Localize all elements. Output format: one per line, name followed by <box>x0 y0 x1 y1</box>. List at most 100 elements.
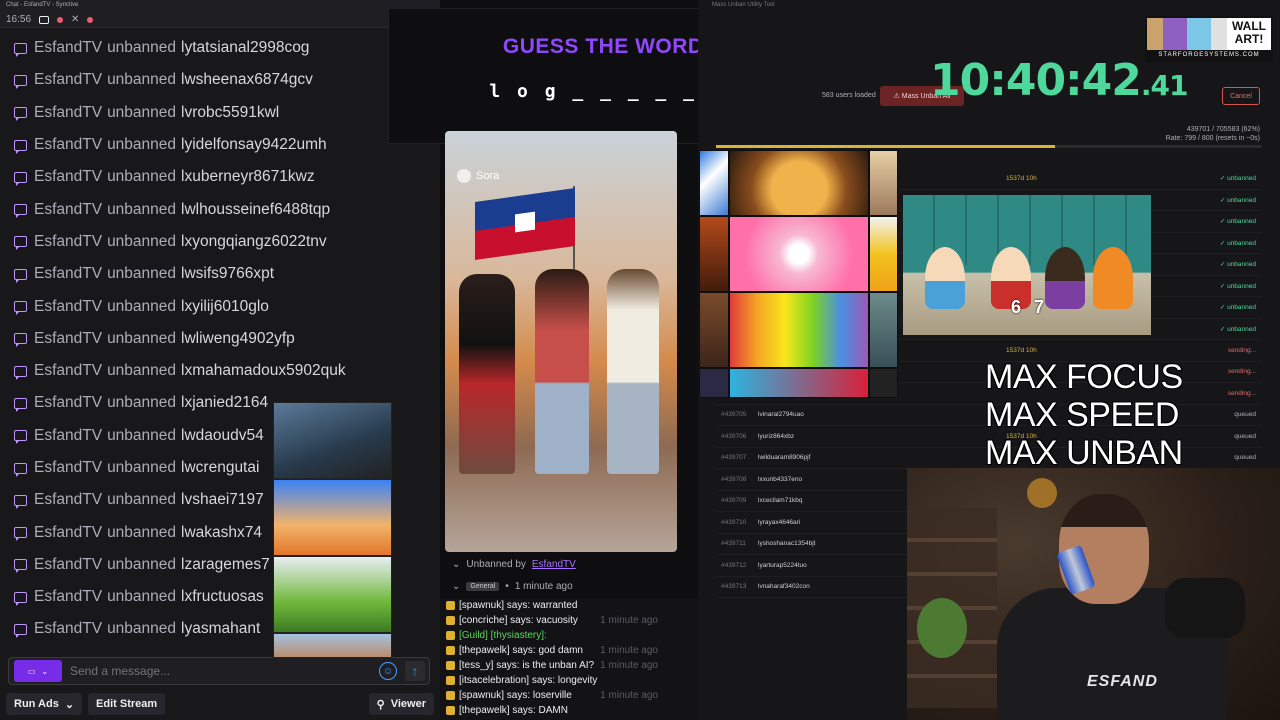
close-icon[interactable]: ✕ <box>71 14 79 25</box>
chat-message: EsfandTV unbanned lxyongqiangz6022tnv <box>0 226 440 258</box>
mod-action-icon <box>14 591 27 606</box>
person-right <box>607 269 659 474</box>
message-author[interactable]: EsfandTV <box>34 104 102 122</box>
message-author[interactable]: EsfandTV <box>34 427 102 445</box>
message-target[interactable]: lwlhousseinef6488tqp <box>181 201 330 219</box>
message-target[interactable]: lvrobc5591kwl <box>181 104 279 122</box>
job-status: sending... <box>1228 368 1262 375</box>
chat-message: EsfandTV unbanned lwlhousseinef6488tqp <box>0 193 440 225</box>
message-target[interactable]: lzaragemes7 <box>181 556 270 574</box>
cancel-button[interactable]: Cancel <box>1222 87 1260 105</box>
send-icon[interactable]: ↑ <box>405 661 425 681</box>
game-thumbnail <box>273 479 392 557</box>
stream-stage: Chat - EsfandTV - Synctive 16:56 ✕ Esfan… <box>0 0 1280 720</box>
message-author[interactable]: EsfandTV <box>34 168 102 186</box>
chevron-down-icon: ⌄ <box>41 666 49 676</box>
mod-action-icon <box>14 74 27 89</box>
message-author[interactable]: EsfandTV <box>34 588 102 606</box>
viewer-button[interactable]: ⚲ Viewer <box>368 693 434 715</box>
check-icon: ✓ <box>1219 325 1228 333</box>
overlay-chat-line: [itsacelebration] says: longevity <box>440 673 704 688</box>
job-status-label: unbanned <box>1227 218 1256 226</box>
mod-actions-button[interactable]: ▭ ⌄ <box>14 660 62 682</box>
message-author[interactable]: EsfandTV <box>34 298 102 316</box>
streamer-webcam: ESFAND <box>907 468 1280 720</box>
message-target[interactable]: lytatsianal2998cog <box>181 39 309 57</box>
unban-user-link[interactable]: EsfandTV <box>532 559 576 570</box>
message-target[interactable]: lxyilij6010glo <box>181 298 269 316</box>
chevron-icon-2: ⌄ <box>452 580 461 592</box>
message-target[interactable]: lxuberneyr8671kwz <box>181 168 315 186</box>
message-target[interactable]: lwsifs9766xpt <box>181 265 274 283</box>
job-id: #439709 <box>721 497 747 505</box>
chat-input[interactable] <box>62 664 379 678</box>
job-status-label: queued <box>1234 454 1256 462</box>
chat-tabbar: 16:56 ✕ <box>0 12 440 28</box>
message-target[interactable]: lxfructuosas <box>181 588 264 606</box>
message-action: unbanned <box>107 136 177 154</box>
message-author[interactable]: EsfandTV <box>34 491 102 509</box>
message-target[interactable]: lwcrengutai <box>181 459 259 477</box>
message-target[interactable]: lwliweng4902yfp <box>181 330 295 348</box>
edit-stream-button[interactable]: Edit Stream <box>88 693 166 715</box>
badge-icon <box>446 691 455 700</box>
mod-action-icon <box>14 527 27 542</box>
message-action: unbanned <box>107 459 177 476</box>
message-author[interactable]: EsfandTV <box>34 136 102 154</box>
overlay-chat: [spawnuk] says: warranted [concriche] say… <box>440 598 704 720</box>
progress-rate: Rate: 799 / 800 (resets in ~0s) <box>1165 135 1260 142</box>
message-target[interactable]: lxmahamadoux5902quk <box>181 362 346 380</box>
message-author[interactable]: EsfandTV <box>34 524 102 542</box>
message-target[interactable]: lwdaoudv54 <box>181 427 264 445</box>
chat-message: EsfandTV unbanned lwliweng4902yfp <box>0 323 440 355</box>
plant <box>917 598 967 658</box>
message-action: unbanned <box>107 329 177 347</box>
sponsor-art <box>1147 18 1227 52</box>
job-status-label: unbanned <box>1227 239 1256 247</box>
run-ads-label: Run Ads <box>14 698 59 710</box>
job-id: #439708 <box>721 475 747 483</box>
webcam-thumbnail <box>273 402 392 480</box>
overlay-chat-text: [itsacelebration] says: longevity <box>459 675 598 686</box>
job-status: ✓ unbanned <box>1220 282 1262 290</box>
message-author[interactable]: EsfandTV <box>34 39 102 57</box>
message-author[interactable]: EsfandTV <box>34 556 102 574</box>
unban-by-label: Unbanned by <box>466 558 526 570</box>
message-author[interactable]: EsfandTV <box>34 330 102 348</box>
channel-tag[interactable]: General <box>466 581 500 591</box>
message-target[interactable]: lxjanied2164 <box>181 394 268 412</box>
progress-fill <box>716 145 1055 148</box>
message-target[interactable]: lyidelfonsay9422umh <box>181 136 327 154</box>
message-author[interactable]: EsfandTV <box>34 362 102 380</box>
message-target[interactable]: lwakashx74 <box>181 524 262 542</box>
badge-icon <box>446 646 455 655</box>
collage-tile <box>729 368 869 398</box>
chat-footer: Run Ads ⌄ Edit Stream ⚲ Viewer <box>0 690 440 718</box>
message-action: unbanned <box>107 71 177 89</box>
progress-text: 439701 / 705583 (62%) Rate: 799 / 800 (r… <box>1138 125 1260 143</box>
message-author[interactable]: EsfandTV <box>34 201 102 219</box>
mod-action-icon <box>14 171 27 186</box>
message-author[interactable]: EsfandTV <box>34 459 102 477</box>
message-action: unbanned <box>107 232 177 250</box>
message-author[interactable]: EsfandTV <box>34 233 102 251</box>
message-target[interactable]: lyasmahant <box>181 620 260 638</box>
message-target[interactable]: lvshaei7197 <box>181 491 264 509</box>
message-target[interactable]: lxyongqiangz6022tnv <box>181 233 327 251</box>
message-author[interactable]: EsfandTV <box>34 620 102 638</box>
overlay-chat-text: [spawnuk] says: warranted <box>459 600 578 611</box>
message-target[interactable]: lwsheenax6874gcv <box>181 71 313 89</box>
clock-label: 16:56 <box>6 14 32 25</box>
job-status-label: unbanned <box>1227 261 1256 269</box>
message-author[interactable]: EsfandTV <box>34 265 102 283</box>
chat-icon[interactable] <box>39 15 50 24</box>
message-author[interactable]: EsfandTV <box>34 71 102 89</box>
message-author[interactable]: EsfandTV <box>34 394 102 412</box>
chat-message: EsfandTV unbanned lxuberneyr8671kwz <box>0 161 440 193</box>
message-action: unbanned <box>107 523 177 541</box>
chat-message: EsfandTV unbanned lvrobc5591kwl <box>0 97 440 129</box>
emote-icon[interactable]: ☺ <box>379 662 397 680</box>
job-user: lvinaral2794uao <box>758 411 804 419</box>
sponsor-wordmark: WALL ART! <box>1227 20 1271 46</box>
run-ads-button[interactable]: Run Ads ⌄ <box>6 693 83 715</box>
